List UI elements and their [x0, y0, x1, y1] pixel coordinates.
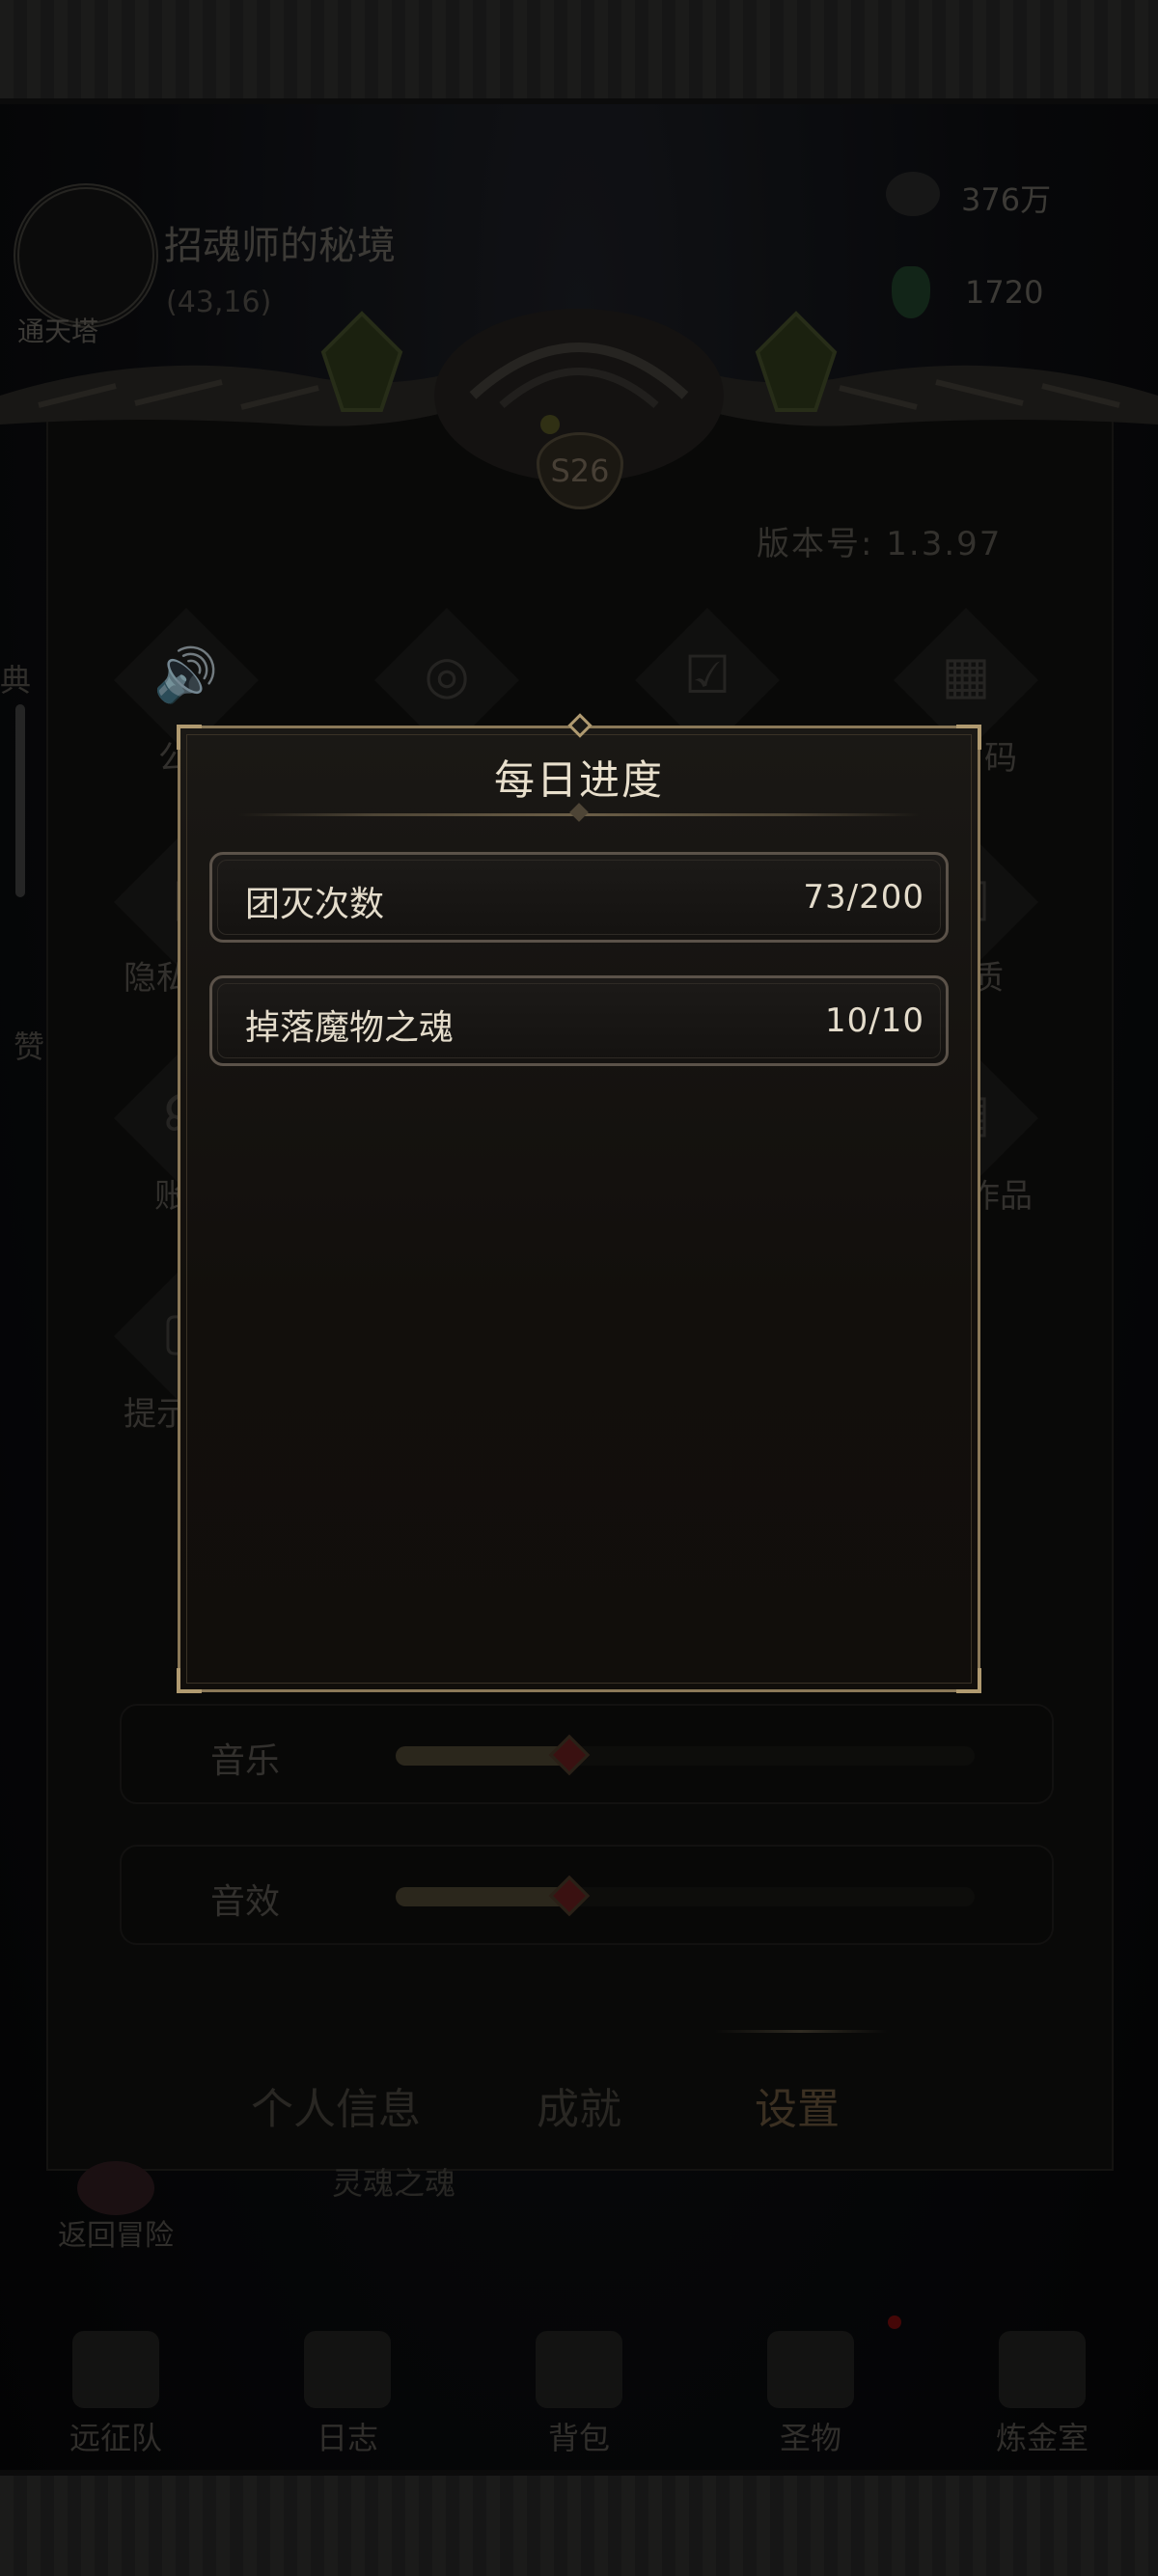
progress-row: 团灭次数 73/200 — [209, 852, 949, 943]
dialog-title: 每日进度 — [493, 756, 664, 804]
daily-progress-dialog: 每日进度 团灭次数 73/200 掉落魔物之魂 10/10 — [177, 713, 981, 1693]
progress-value: 73/200 — [803, 878, 924, 917]
corner-ornament — [956, 725, 981, 750]
corner-ornament — [956, 1668, 981, 1693]
progress-value: 10/10 — [825, 1001, 924, 1040]
progress-row: 掉落魔物之魂 10/10 — [209, 975, 949, 1066]
corner-ornament — [177, 725, 202, 750]
corner-ornament — [177, 1668, 202, 1693]
progress-name: 掉落魔物之魂 — [245, 1008, 455, 1048]
progress-name: 团灭次数 — [245, 885, 385, 924]
